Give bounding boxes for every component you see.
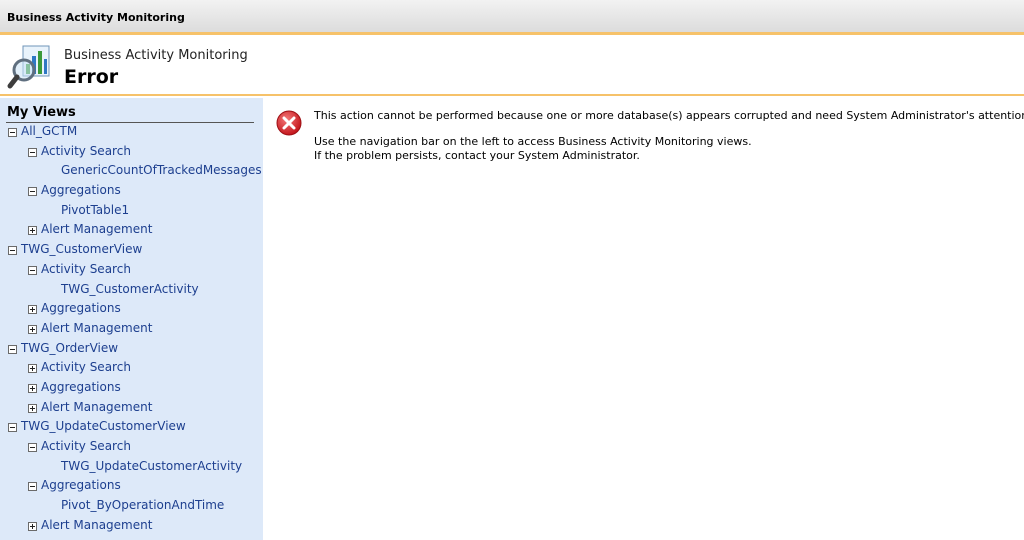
tree-item[interactable]: Aggregations [0, 182, 263, 202]
collapse-icon[interactable] [28, 265, 37, 275]
tree-item-label[interactable]: Activity Search [41, 439, 131, 453]
tree-item-label[interactable]: GenericCountOfTrackedMessages [61, 163, 262, 177]
tree-item[interactable]: TWG_UpdateCustomerActivity [0, 458, 263, 478]
expand-icon[interactable] [28, 403, 37, 413]
bam-window: Business Activity Monitoring Business Ac… [0, 0, 1024, 540]
tree-item-label[interactable]: Aggregations [41, 301, 121, 315]
tree-item[interactable]: TWG_UpdateCustomerView [0, 418, 263, 438]
tree-item[interactable]: TWG_CustomerActivity [0, 281, 263, 301]
tree-item-label[interactable]: Aggregations [41, 183, 121, 197]
tree-item[interactable]: Activity Search [0, 261, 263, 281]
error-message: This action cannot be performed because … [314, 109, 1024, 122]
tree-item[interactable]: TWG_OrderView [0, 340, 263, 360]
expand-icon[interactable] [28, 324, 37, 334]
window-title: Business Activity Monitoring [7, 11, 185, 24]
bam-magnifier-chart-icon [7, 45, 50, 89]
tree-item-label[interactable]: TWG_OrderView [21, 341, 118, 355]
collapse-icon[interactable] [28, 147, 37, 157]
main-content: This action cannot be performed because … [263, 98, 1024, 540]
expand-icon[interactable] [28, 383, 37, 393]
contact-hint: If the problem persists, contact your Sy… [314, 149, 640, 162]
tree-item[interactable]: Alert Management [0, 221, 263, 241]
tree-item-label[interactable]: PivotTable1 [61, 203, 129, 217]
tree-item-label[interactable]: Activity Search [41, 360, 131, 374]
tree-item[interactable]: Aggregations [0, 300, 263, 320]
tree-item-label[interactable]: TWG_CustomerView [21, 242, 142, 256]
tree-item[interactable]: All_GCTM [0, 123, 263, 143]
tree-item[interactable]: GenericCountOfTrackedMessages [0, 162, 263, 182]
tree-item-label[interactable]: Pivot_ByOperationAndTime [61, 498, 224, 512]
tree-item[interactable]: Activity Search [0, 143, 263, 163]
sidebar-heading: My Views [7, 105, 76, 120]
expand-icon[interactable] [28, 364, 37, 374]
tree-item-label[interactable]: Activity Search [41, 262, 131, 276]
sidebar-my-views: My Views All_GCTM Activity Search GenericC… [0, 98, 263, 540]
error-x-icon [276, 110, 302, 136]
tree-item[interactable]: Aggregations [0, 379, 263, 399]
tree-item[interactable]: Activity Search [0, 359, 263, 379]
page-header: Business Activity Monitoring Error [0, 38, 1024, 96]
expand-icon[interactable] [28, 226, 37, 236]
tree-item-label[interactable]: Activity Search [41, 144, 131, 158]
title-bar: Business Activity Monitoring [0, 0, 1024, 35]
tree-item-label[interactable]: Aggregations [41, 380, 121, 394]
tree-item-label[interactable]: Alert Management [41, 222, 152, 236]
expand-icon[interactable] [28, 521, 37, 531]
collapse-icon[interactable] [28, 443, 37, 452]
tree-item-label[interactable]: Aggregations [41, 478, 121, 492]
tree-item[interactable]: Pivot_ByOperationAndTime [0, 497, 263, 517]
tree-item[interactable]: Alert Management [0, 399, 263, 419]
page-title: Error [64, 66, 119, 88]
collapse-icon[interactable] [8, 246, 17, 256]
tree-item-label[interactable]: TWG_UpdateCustomerActivity [61, 459, 242, 473]
tree-item-label[interactable]: Alert Management [41, 321, 152, 335]
tree-item-label[interactable]: TWG_UpdateCustomerView [21, 419, 186, 433]
tree-item[interactable]: PivotTable1 [0, 202, 263, 222]
collapse-icon[interactable] [8, 423, 17, 433]
tree-item[interactable]: Activity Search [0, 438, 263, 458]
header-subtitle: Business Activity Monitoring [64, 48, 248, 63]
tree-item-label[interactable]: Alert Management [41, 518, 152, 532]
collapse-icon[interactable] [8, 344, 17, 354]
views-tree: All_GCTM Activity Search GenericCountOfTra… [0, 123, 263, 536]
tree-item[interactable]: Alert Management [0, 320, 263, 340]
expand-icon[interactable] [28, 305, 37, 315]
tree-item-label[interactable]: All_GCTM [21, 124, 77, 138]
tree-item[interactable]: Aggregations [0, 477, 263, 497]
collapse-icon[interactable] [8, 128, 17, 137]
tree-item[interactable]: Alert Management [0, 517, 263, 537]
tree-item-label[interactable]: Alert Management [41, 400, 152, 414]
tree-item[interactable]: TWG_CustomerView [0, 241, 263, 261]
collapse-icon[interactable] [28, 187, 37, 197]
navigation-hint: Use the navigation bar on the left to ac… [314, 135, 752, 148]
collapse-icon[interactable] [28, 482, 37, 492]
tree-item-label[interactable]: TWG_CustomerActivity [61, 282, 199, 296]
